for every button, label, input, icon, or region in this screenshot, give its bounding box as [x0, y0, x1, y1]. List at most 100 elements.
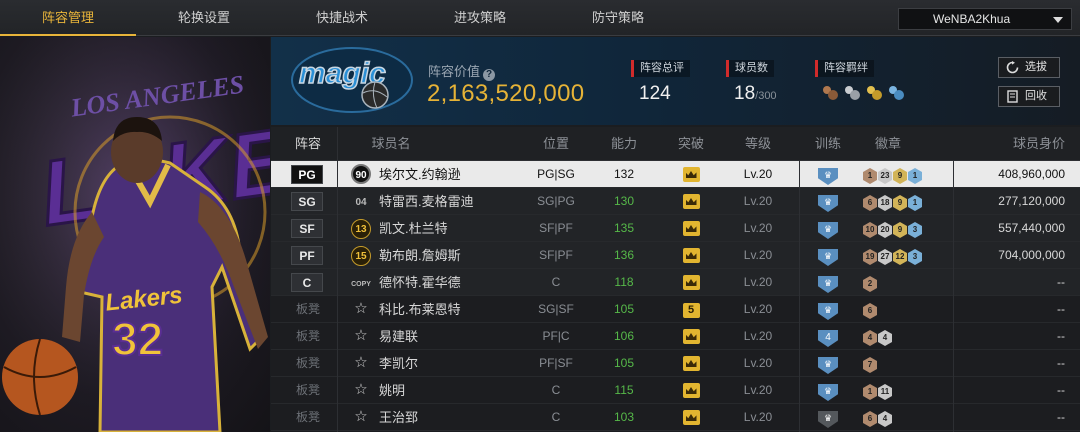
training-cell[interactable]: ♛	[808, 296, 848, 323]
lineup-slot[interactable]: 板凳	[291, 404, 325, 431]
lineup-slot[interactable]: C	[291, 269, 325, 296]
table-row[interactable]: 板凳 ☆ 王治郅 C 103 Lv.20 ♛ 6 4 --	[271, 404, 1080, 431]
table-row[interactable]: 板凳 ☆ 李凯尔 PF|SF 105 Lv.20 ♛ 7 --	[271, 350, 1080, 377]
badge-list[interactable]: 6 18 9 1	[863, 188, 948, 215]
badge-count: 4	[878, 411, 892, 427]
lineup-slot[interactable]: 板凳	[291, 350, 325, 377]
table-row[interactable]: PG 90 埃尔文.约翰逊 PG|SG 132 Lv.20 ♛ 1 23 9 1 408,960,00…	[271, 161, 1080, 188]
lineup-slot[interactable]: PG	[291, 161, 325, 188]
column-divider	[953, 161, 954, 432]
chemistry-bronze-icon[interactable]	[821, 84, 839, 102]
training-cell[interactable]: 4	[808, 323, 848, 350]
player-salary: --	[1057, 329, 1065, 343]
team-logo-icon: magic	[291, 47, 413, 113]
table-row[interactable]: PF 15 勒布朗.詹姆斯 SF|PF 136 Lv.20 ♛ 19 27 12 3 704,000,…	[271, 242, 1080, 269]
card-tier-label: 13	[351, 219, 371, 239]
breakthrough-cell[interactable]	[666, 269, 716, 296]
breakthrough-cell[interactable]	[666, 188, 716, 215]
card-tier-icon: ☆	[349, 377, 373, 404]
table-row[interactable]: C COPY 德怀特.霍华德 C 118 Lv.20 ♛ 2 --	[271, 269, 1080, 296]
lineup-slot[interactable]: 板凳	[291, 296, 325, 323]
header-salary: 球员身价	[1012, 136, 1065, 151]
lineup-rating-stat: 阵容总评 124	[631, 58, 690, 105]
lineup-slot[interactable]: 板凳	[291, 323, 325, 350]
badge-list[interactable]: 6	[863, 296, 948, 323]
training-cell[interactable]: ♛	[808, 188, 848, 215]
badge-list[interactable]: 19 27 12 3	[863, 242, 948, 269]
table-row[interactable]: 板凳 ☆ 姚明 C 115 Lv.20 ♛ 1 11 --	[271, 377, 1080, 404]
lineup-value-label: 阵容价值?	[428, 61, 496, 81]
table-row[interactable]: SG 04 特雷西.麦格雷迪 SG|PG 130 Lv.20 ♛ 6 18 9 1 277,120,0…	[271, 188, 1080, 215]
position-slot-label: PG	[291, 165, 323, 184]
bench-label: 板凳	[295, 383, 320, 397]
training-shield-icon: ♛	[818, 276, 838, 293]
badge-list[interactable]: 1 23 9 1	[863, 161, 948, 188]
badge-count: 4	[863, 330, 877, 346]
breakthrough-cell[interactable]	[666, 377, 716, 404]
badge-count: 2	[863, 276, 877, 292]
breakthrough-cell[interactable]	[666, 350, 716, 377]
player-ability: 130	[613, 194, 635, 208]
player-level: Lv.20	[743, 275, 773, 289]
training-shield-icon: ♛	[818, 411, 838, 428]
hero-player-art: LOS ANGELES LAKERS Lakers 32	[0, 37, 270, 432]
table-row[interactable]: SF 13 凯文.杜兰特 SF|PF 135 Lv.20 ♛ 10 20 9 3 557,440,00…	[271, 215, 1080, 242]
badge-count: 23	[878, 168, 892, 184]
tab-quick-tactics[interactable]: 快捷战术	[272, 0, 412, 36]
table-row[interactable]: 板凳 ☆ 易建联 PF|C 106 Lv.20 4 4 4 --	[271, 323, 1080, 350]
card-tier-icon: 90	[349, 161, 373, 188]
breakthrough-cell[interactable]	[666, 404, 716, 431]
training-shield-icon: ♛	[818, 249, 838, 266]
crown-icon	[682, 248, 700, 263]
training-cell[interactable]: ♛	[808, 242, 848, 269]
training-cell[interactable]: ♛	[808, 377, 848, 404]
badge-list[interactable]: 44	[863, 323, 948, 350]
badge-list[interactable]: 2	[863, 269, 948, 296]
lineup-slot[interactable]: 板凳	[291, 377, 325, 404]
breakthrough-cell[interactable]	[666, 215, 716, 242]
jersey-number-text: 32	[112, 313, 163, 365]
breakthrough-cell[interactable]: 5	[666, 296, 716, 323]
badge-list[interactable]: 7	[863, 350, 948, 377]
breakthrough-cell[interactable]	[666, 242, 716, 269]
card-tier-label: COPY	[351, 281, 371, 288]
training-level-badge: 4	[818, 330, 838, 347]
table-header: 阵容 球员名 位置 能力 突破 等级 训练 徽章 球员身价	[271, 127, 1080, 161]
training-cell[interactable]: ♛	[808, 404, 848, 431]
training-cell[interactable]: ♛	[808, 269, 848, 296]
player-count-stat: 球员数 18/300	[726, 58, 777, 105]
card-tier-icon: ☆	[349, 296, 373, 323]
recycle-button[interactable]: 回收	[998, 86, 1060, 107]
lineup-slot[interactable]: SG	[291, 188, 325, 215]
chemistry-icons[interactable]	[815, 84, 905, 102]
bench-label: 板凳	[295, 302, 320, 316]
tab-lineup-management[interactable]: 阵容管理	[0, 0, 136, 36]
breakthrough-cell[interactable]	[666, 323, 716, 350]
training-cell[interactable]: ♛	[808, 350, 848, 377]
select-button[interactable]: 选拔	[998, 57, 1060, 78]
top-nav: 阵容管理 轮换设置 快捷战术 进攻策略 防守策略 WeNBA2Khua	[0, 0, 1080, 36]
training-cell[interactable]: ♛	[808, 215, 848, 242]
badge-list[interactable]: 64	[863, 404, 948, 431]
chemistry-gold-icon[interactable]	[865, 84, 883, 102]
tab-rotation-settings[interactable]: 轮换设置	[136, 0, 272, 36]
lineup-slot[interactable]: SF	[291, 215, 325, 242]
tab-defense-strategy[interactable]: 防守策略	[548, 0, 688, 36]
chemistry-blue-icon[interactable]	[887, 84, 905, 102]
card-tier-icon: ☆	[349, 350, 373, 377]
player-ability: 136	[613, 248, 635, 262]
bench-label: 板凳	[295, 356, 320, 370]
breakthrough-cell[interactable]	[666, 161, 716, 188]
badge-list[interactable]: 1 11	[863, 377, 948, 404]
account-dropdown[interactable]: WeNBA2Khua	[898, 8, 1072, 30]
table-row[interactable]: 板凳 ☆ 科比.布莱恩特 SG|SF 105 5 Lv.20 ♛ 6 --	[271, 296, 1080, 323]
player-count-value: 18	[734, 83, 756, 104]
tab-offense-strategy[interactable]: 进攻策略	[412, 0, 548, 36]
training-cell[interactable]: ♛	[808, 161, 848, 188]
chemistry-silver-icon[interactable]	[843, 84, 861, 102]
badge-count: 9	[893, 195, 907, 211]
badge-count: 9	[893, 168, 907, 184]
badge-list[interactable]: 10 20 9 3	[863, 215, 948, 242]
lineup-slot[interactable]: PF	[291, 242, 325, 269]
badge-count: 6	[863, 411, 877, 427]
